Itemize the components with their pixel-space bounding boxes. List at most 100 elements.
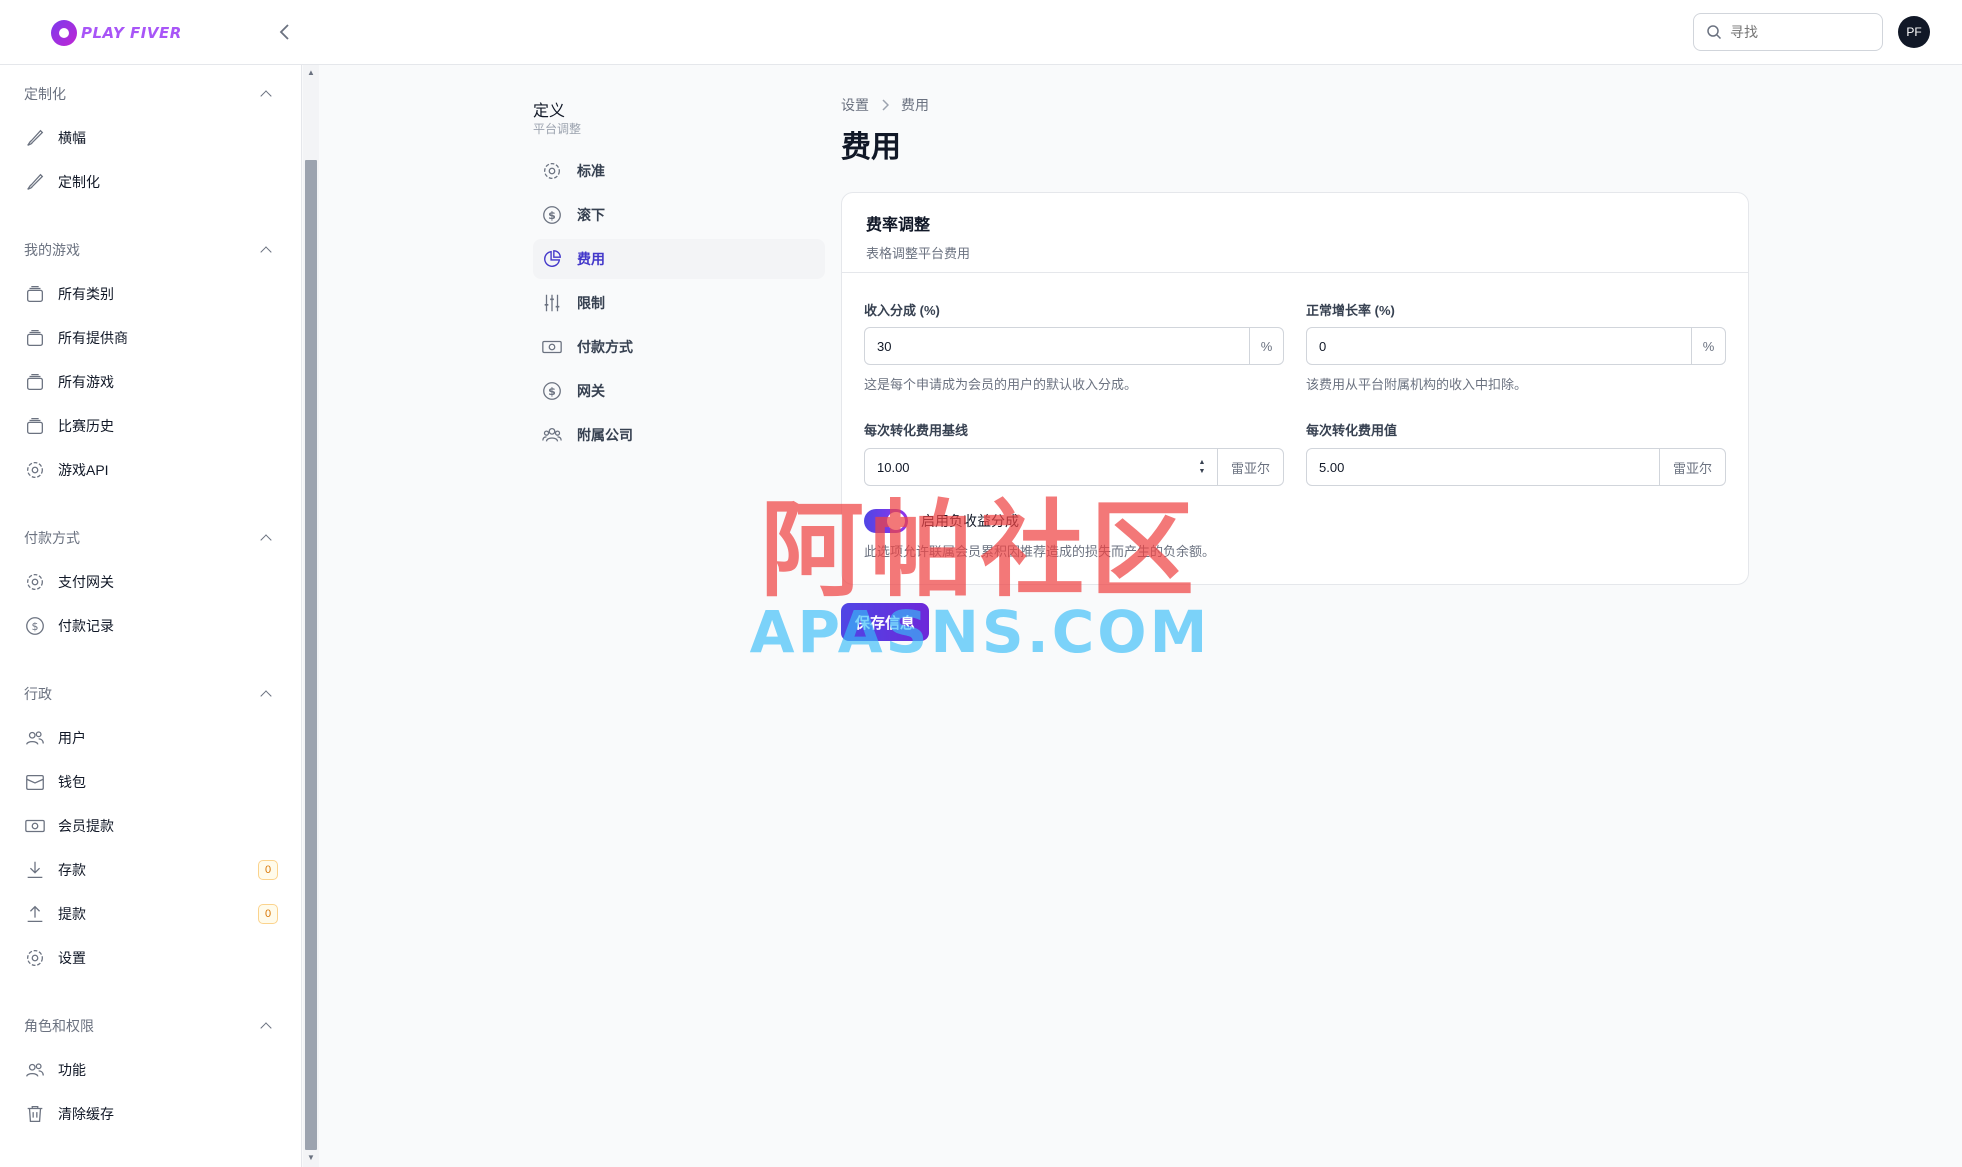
section-title: 行政 xyxy=(24,686,52,702)
conversion-baseline-input[interactable]: 10.00 ▲ ▼ 雷亚尔 xyxy=(864,448,1284,486)
brush-icon xyxy=(27,129,44,146)
conversion-value-label: 每次转化费用值 xyxy=(1306,423,1398,438)
svg-text:$: $ xyxy=(548,385,556,398)
settings-menu-label: 滚下 xyxy=(577,207,605,223)
download-icon xyxy=(27,861,43,878)
watermark-line-2: APASNS.COM xyxy=(749,598,1211,666)
conversion-baseline-value[interactable]: 10.00 xyxy=(865,449,1193,485)
search-box[interactable] xyxy=(1693,13,1883,51)
dollar-icon: $ xyxy=(543,206,561,224)
wallet-icon xyxy=(26,774,44,790)
sidebar-item-label: 横幅 xyxy=(58,130,86,146)
settings-menu-fees[interactable]: 费用 xyxy=(533,239,825,279)
sidebar-item-label: 功能 xyxy=(58,1062,86,1078)
chevron-up-icon xyxy=(260,690,272,702)
settings-menu-label: 网关 xyxy=(577,383,605,399)
gear-icon xyxy=(27,462,43,478)
normal-growth-value[interactable]: 0 xyxy=(1307,328,1691,364)
sidebar-section-admin[interactable]: 行政 xyxy=(24,684,276,704)
number-stepper[interactable]: ▲ ▼ xyxy=(1193,449,1211,485)
sidebar-item-label: 存款 xyxy=(58,862,86,878)
revenue-share-value[interactable]: 30 xyxy=(865,328,1249,364)
cash-icon xyxy=(542,340,562,354)
logo[interactable]: PLAY FIVER xyxy=(51,20,182,46)
sidebar-item-payment-gateway[interactable]: 支付网关 xyxy=(24,567,278,597)
sidebar-item-label: 所有类别 xyxy=(58,286,114,302)
sidebar-section-my-games[interactable]: 我的游戏 xyxy=(24,240,276,260)
currency-addon: 雷亚尔 xyxy=(1659,449,1725,485)
stepper-down-icon[interactable]: ▼ xyxy=(1199,467,1206,476)
sidebar-item-label: 设置 xyxy=(58,950,86,966)
sidebar-section-customization[interactable]: 定制化 xyxy=(24,84,276,104)
breadcrumb-settings-link[interactable]: 设置 xyxy=(841,95,869,115)
sidebar-item-all-providers[interactable]: 所有提供商 xyxy=(24,323,278,353)
sidebar-item-wallet[interactable]: 钱包 xyxy=(24,767,278,797)
stack-icon xyxy=(27,418,43,434)
scroll-up-arrow[interactable]: ▲ xyxy=(305,67,317,79)
settings-menu-label: 限制 xyxy=(577,295,605,311)
upload-icon xyxy=(27,905,43,922)
sidebar-item-withdrawal[interactable]: 提款 0 xyxy=(24,899,278,929)
breadcrumb: 设置 费用 xyxy=(841,95,929,115)
cash-icon xyxy=(25,819,45,833)
watermark-line-1: 阿帕社区 xyxy=(759,489,1200,611)
revenue-share-input[interactable]: 30 % xyxy=(864,327,1284,365)
search-icon xyxy=(1707,25,1722,40)
settings-menu-rollover[interactable]: $ 滚下 xyxy=(533,195,825,235)
settings-menu-payment-methods[interactable]: 付款方式 xyxy=(533,327,825,367)
scroll-down-arrow[interactable]: ▼ xyxy=(305,1152,317,1164)
card-description: 表格调整平台费用 xyxy=(866,246,971,261)
chevron-up-icon xyxy=(260,246,272,258)
settings-menu-label: 付款方式 xyxy=(577,339,633,355)
chevron-right-icon xyxy=(882,99,889,111)
sidebar-section-roles[interactable]: 角色和权限 xyxy=(24,1016,276,1036)
deposit-count-badge: 0 xyxy=(258,860,278,880)
sidebar-item-label: 所有游戏 xyxy=(58,374,114,390)
sidebar-item-users[interactable]: 用户 xyxy=(24,723,278,753)
revenue-share-help: 这是每个申请成为会员的用户的默认收入分成。 xyxy=(864,377,1138,392)
trash-icon xyxy=(27,1106,43,1122)
chevron-left-icon xyxy=(279,24,289,40)
chevron-up-icon xyxy=(260,90,272,102)
chevron-up-icon xyxy=(260,534,272,546)
sidebar-item-customization[interactable]: 定制化 xyxy=(24,167,278,197)
normal-growth-input[interactable]: 0 % xyxy=(1306,327,1726,365)
sidebar-item-all-games[interactable]: 所有游戏 xyxy=(24,367,278,397)
sidebar-item-payment-records[interactable]: $ 付款记录 xyxy=(24,611,278,641)
sidebar-item-all-categories[interactable]: 所有类别 xyxy=(24,279,278,309)
users-icon xyxy=(26,731,44,745)
section-title: 角色和权限 xyxy=(24,1018,94,1034)
gear-icon xyxy=(27,574,43,590)
avatar[interactable]: PF xyxy=(1898,16,1930,48)
collapse-sidebar-button[interactable] xyxy=(272,18,296,46)
withdrawal-count-badge: 0 xyxy=(258,904,278,924)
settings-menu-gateway[interactable]: $ 网关 xyxy=(533,371,825,411)
dollar-icon: $ xyxy=(543,382,561,400)
settings-menu-standard[interactable]: 标准 xyxy=(533,151,825,191)
page-title: 费用 xyxy=(841,131,901,164)
sidebar-item-label: 所有提供商 xyxy=(58,330,128,346)
stack-icon xyxy=(27,286,43,302)
percent-addon: % xyxy=(1691,328,1725,364)
sidebar-item-match-history[interactable]: 比赛历史 xyxy=(24,411,278,441)
sidebar-item-banner[interactable]: 横幅 xyxy=(24,123,278,153)
sidebar-item-clear-cache[interactable]: 清除缓存 xyxy=(24,1099,278,1129)
sidebar-scrollbar-thumb[interactable] xyxy=(305,160,317,1150)
sidebar-item-game-api[interactable]: 游戏API xyxy=(24,455,278,485)
settings-menu-affiliates[interactable]: 附属公司 xyxy=(533,415,825,455)
conversion-value-input[interactable]: 5.00 雷亚尔 xyxy=(1306,448,1726,486)
logo-mark-icon xyxy=(51,20,77,46)
sidebar-section-payment[interactable]: 付款方式 xyxy=(24,528,276,548)
sidebar-item-settings[interactable]: 设置 xyxy=(24,943,278,973)
sidebar-item-member-withdrawal[interactable]: 会员提款 xyxy=(24,811,278,841)
sidebar-item-deposit[interactable]: 存款 0 xyxy=(24,855,278,885)
dollar-icon: $ xyxy=(26,617,44,635)
sidebar-item-label: 比赛历史 xyxy=(58,418,114,434)
sidebar-item-functions[interactable]: 功能 xyxy=(24,1055,278,1085)
stepper-up-icon[interactable]: ▲ xyxy=(1199,458,1206,467)
stack-icon xyxy=(27,374,43,390)
card-title: 费率调整 xyxy=(866,217,931,234)
conversion-value-value[interactable]: 5.00 xyxy=(1307,449,1659,485)
search-input[interactable] xyxy=(1730,24,1860,40)
settings-menu-limits[interactable]: 限制 xyxy=(533,283,825,323)
